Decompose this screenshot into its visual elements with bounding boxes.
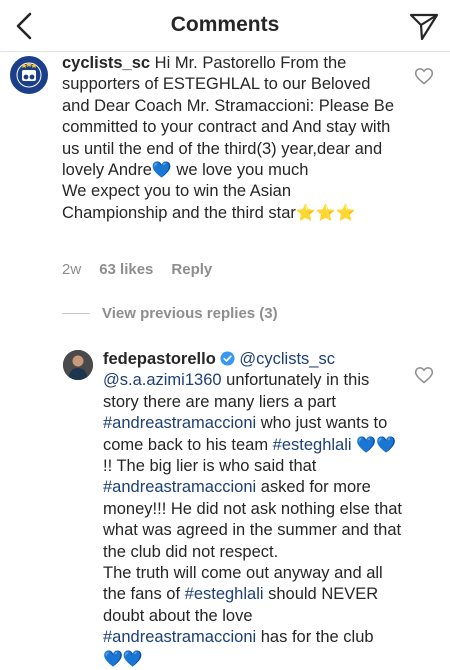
star-emoji: ⭐⭐⭐: [295, 204, 356, 222]
comment-username[interactable]: fedepastorello: [103, 350, 216, 368]
hashtag-link[interactable]: #andreastramaccioni: [103, 478, 256, 496]
mention-link[interactable]: @cyclists_sc: [239, 350, 335, 368]
comment-paragraph: The truth will come out anyway and all t…: [103, 563, 408, 670]
hashtag-link[interactable]: #andreastramaccioni: [103, 414, 256, 432]
reply-button[interactable]: Reply: [171, 261, 212, 278]
comment-text: fedepastorello @cyclists_sc @s.a.azimi13…: [103, 349, 408, 670]
comment-text: cyclists_sc Hi Mr. Pastorello From the s…: [62, 53, 397, 224]
comment-time: 2w: [62, 261, 82, 278]
comment-body: !! The big lier is who said that: [103, 457, 317, 476]
avatar[interactable]: [63, 350, 93, 380]
comment-paragraph: We expect you to win the Asian Champions…: [62, 181, 397, 224]
verified-badge-icon: [220, 351, 235, 366]
like-button[interactable]: [414, 365, 434, 385]
page-title: Comments: [170, 13, 280, 36]
view-replies-button[interactable]: View previous replies (3): [102, 305, 278, 322]
like-button[interactable]: [414, 66, 434, 86]
comment-body-2: We expect you to win the Asian Champions…: [62, 182, 296, 222]
hashtag-link[interactable]: #esteghlali: [273, 436, 352, 454]
comment-body: has for the club: [256, 628, 374, 647]
mention-link[interactable]: @s.a.azimi1360: [103, 371, 222, 389]
header-bar: Comments: [0, 0, 450, 52]
comment-username[interactable]: cyclists_sc: [62, 54, 150, 72]
heart-outline-icon: [414, 68, 434, 85]
blue-heart-emoji: 💙💙: [356, 436, 396, 454]
view-replies-row[interactable]: View previous replies (3): [62, 305, 278, 322]
blue-heart-emoji: 💙💙: [103, 650, 143, 668]
hashtag-link[interactable]: #andreastramaccioni: [103, 628, 256, 646]
profile-photo-icon: [63, 350, 93, 380]
club-logo-icon: [13, 59, 45, 91]
paper-plane-icon: [409, 13, 439, 41]
likes-count[interactable]: 63 likes: [99, 261, 153, 278]
avatar[interactable]: [10, 56, 48, 94]
heart-outline-icon: [414, 367, 434, 384]
hashtag-link[interactable]: #esteghlali: [185, 585, 264, 603]
comment-meta: 2w 63 likes Reply: [62, 261, 230, 278]
direct-message-button[interactable]: [408, 10, 440, 42]
comment-body-end: we love you much: [171, 161, 309, 180]
blue-heart-emoji: 💙: [151, 162, 172, 180]
divider: [62, 313, 90, 314]
